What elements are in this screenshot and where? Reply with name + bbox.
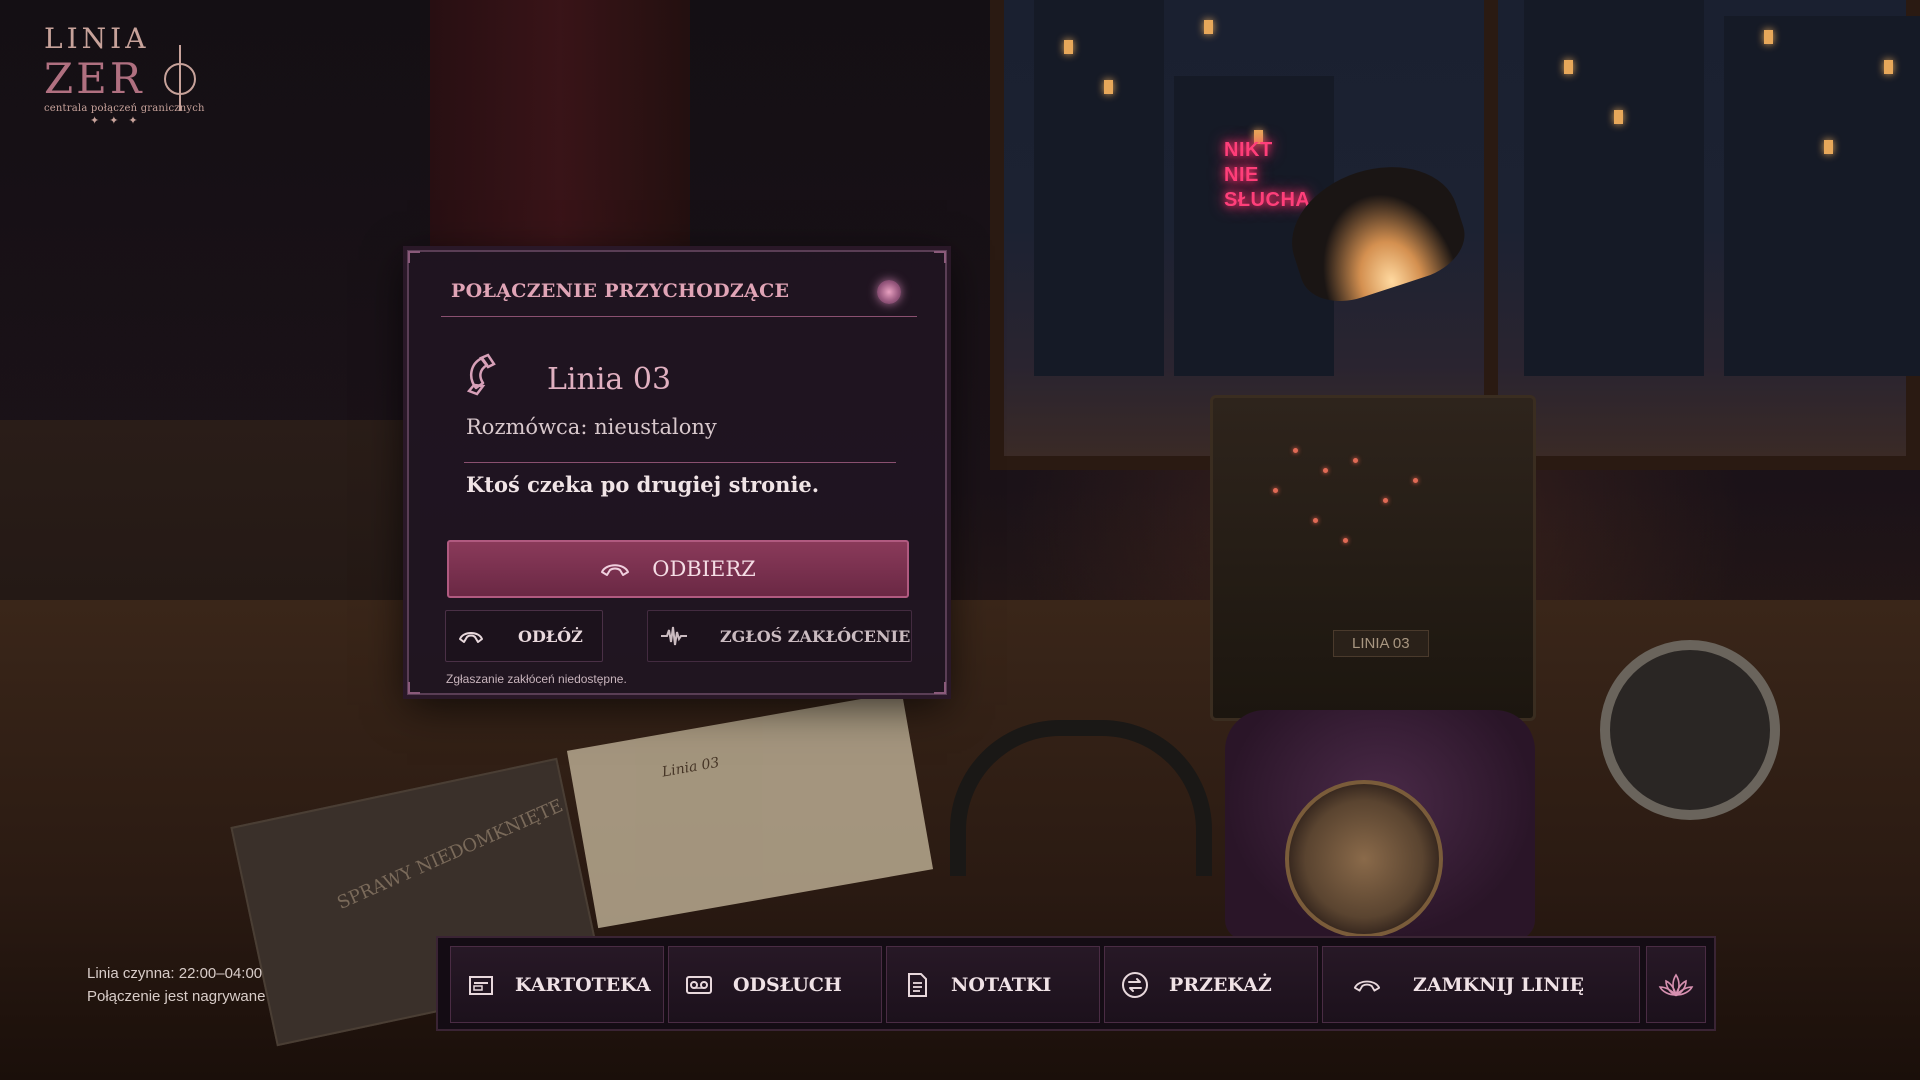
- bottom-action-bar: KARTOTEKA ODSŁUCH NOTATKI PRZEKAŻ ZAMKNI…: [436, 936, 1716, 1031]
- card-file-icon: [467, 971, 495, 999]
- book-title: SPRAWY NIEDOMKNIĘTE: [334, 795, 567, 914]
- tape-icon: [685, 971, 713, 999]
- report-interference-button[interactable]: ZGŁOŚ ZAKŁÓCENIE: [647, 610, 912, 662]
- hangup-button[interactable]: ODŁÓŻ: [445, 610, 603, 662]
- lotus-icon: [1658, 973, 1694, 996]
- title-divider: [441, 316, 917, 317]
- recording-notice: Połączenie jest nagrywane: [87, 988, 266, 1005]
- incoming-call-dialog: POŁĄCZENIE PRZYCHODZĄCE Linia 03 Rozmówc…: [407, 250, 947, 695]
- report-unavailable-hint: Zgłaszanie zakłóceń niedostępne.: [446, 672, 627, 686]
- hangup-label: ODŁÓŻ: [518, 626, 583, 646]
- close-line-label: ZAMKNIJ LINIĘ: [1413, 973, 1584, 996]
- status-indicator-icon: [877, 280, 901, 304]
- answer-label: ODBIERZ: [652, 557, 756, 581]
- listen-label: ODSŁUCH: [733, 973, 842, 996]
- lotus-button[interactable]: [1646, 946, 1706, 1023]
- line-name: Linia 03: [547, 362, 672, 397]
- curtain: [430, 0, 690, 260]
- logo: LINIA ZER centrala połączeń granicznych …: [44, 22, 205, 127]
- phone-handset-icon: [466, 353, 496, 396]
- notes-label: NOTATKI: [951, 973, 1052, 996]
- transfer-label: PRZEKAŻ: [1169, 973, 1272, 996]
- report-label: ZGŁOŚ ZAKŁÓCENIE: [720, 626, 911, 646]
- switchboard: LINIA 03: [1210, 395, 1536, 721]
- logo-line2: ZER: [44, 45, 205, 111]
- phone-dial: [1285, 780, 1443, 938]
- caller-info: Rozmówca: nieustalony: [466, 415, 717, 439]
- switchboard-label: LINIA 03: [1333, 630, 1429, 657]
- card-file-label: KARTOTEKA: [515, 973, 651, 996]
- rotary-phone: [1225, 710, 1535, 940]
- paper-title: Linia 03: [660, 754, 721, 781]
- dialog-title: POŁĄCZENIE PRZYCHODZĄCE: [451, 280, 790, 302]
- info-divider: [464, 462, 896, 463]
- neon-sign: NIKT NIE SŁUCHA: [1224, 139, 1311, 211]
- card-file-button[interactable]: KARTOTEKA: [450, 946, 664, 1023]
- notes-icon: [903, 971, 931, 999]
- logo-zero-icon: [164, 45, 197, 111]
- transfer-button[interactable]: PRZEKAŻ: [1104, 946, 1318, 1023]
- listen-button[interactable]: ODSŁUCH: [668, 946, 882, 1023]
- line-status-info: Linia czynna: 22:00–04:00 Połączenie jes…: [87, 962, 265, 1008]
- hangup-icon: [459, 632, 483, 643]
- interference-icon: [661, 626, 687, 646]
- answer-button[interactable]: ODBIERZ: [447, 540, 909, 598]
- handset-icon: [601, 564, 630, 576]
- close-line-button[interactable]: ZAMKNIJ LINIĘ: [1322, 946, 1640, 1023]
- transfer-icon: [1121, 971, 1149, 999]
- tape-reel: [1600, 640, 1780, 820]
- line-hours: Linia czynna: 22:00–04:00: [87, 965, 263, 982]
- notes-button[interactable]: NOTATKI: [886, 946, 1100, 1023]
- call-message: Ktoś czeka po drugiej stronie.: [466, 472, 820, 497]
- logo-stars: ✦✦✦: [90, 114, 148, 127]
- hangup-icon: [1353, 971, 1381, 999]
